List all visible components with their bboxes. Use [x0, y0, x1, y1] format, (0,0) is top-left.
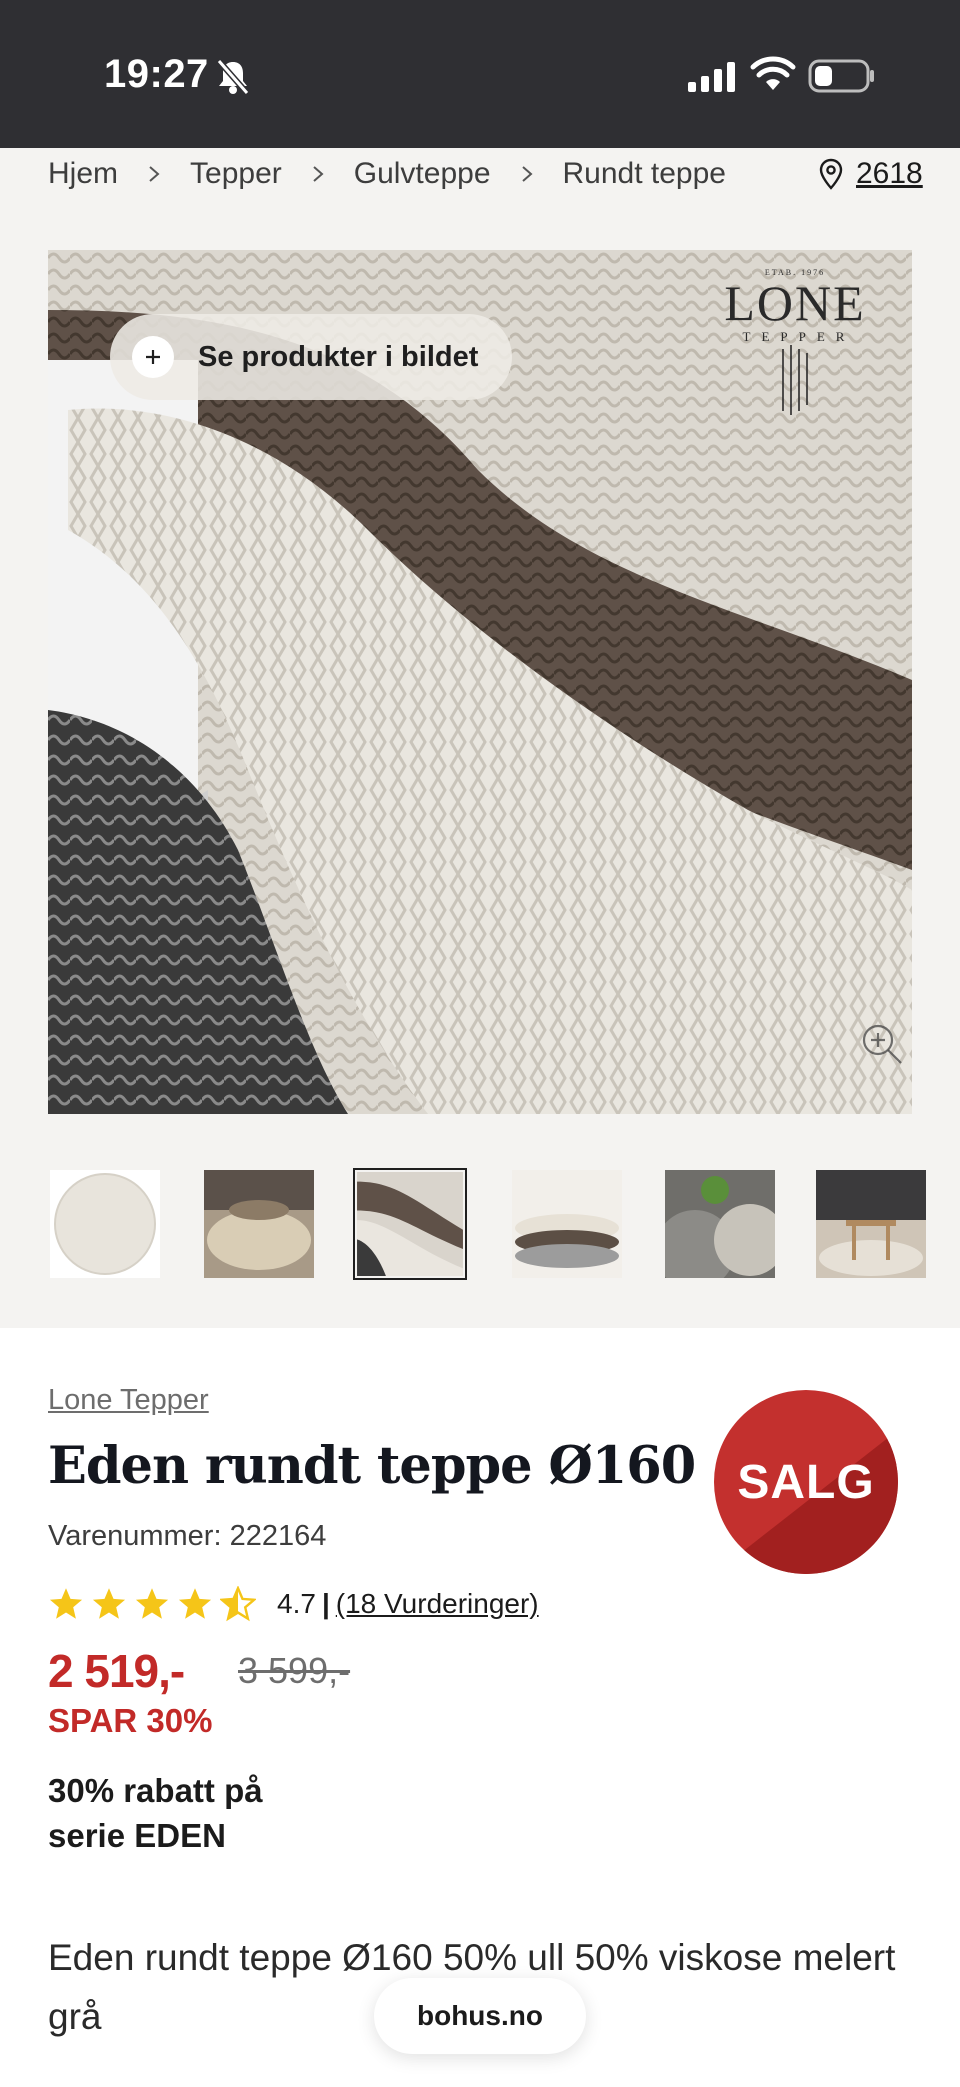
current-price: 2 519,- [48, 1645, 185, 1697]
site-url-pill[interactable]: bohus.no [374, 1978, 586, 2054]
logo-lines-icon [782, 345, 808, 415]
star-full-icon [49, 1588, 83, 1619]
rating-separator: | [321, 1588, 330, 1619]
thumbnail-image [204, 1170, 314, 1278]
thumbnail-5[interactable] [665, 1170, 775, 1278]
product-rating: 4.7 | (18 Vurderinger) [48, 1582, 539, 1626]
product-main-image[interactable]: Se produkter i bildet ETAB. 1976 LONE TE… [48, 250, 912, 1114]
star-full-icon [92, 1588, 126, 1619]
thumbnail-image [665, 1170, 775, 1278]
logo-sub: TEPPER [742, 329, 856, 344]
see-products-button[interactable]: Se produkter i bildet [110, 314, 512, 400]
sale-badge: SALG [714, 1390, 898, 1574]
thumbnail-image [357, 1172, 463, 1276]
thumbnail-image [816, 1170, 926, 1278]
battery-low-icon [808, 59, 874, 93]
status-time: 19:27 [104, 52, 209, 96]
breadcrumb-rundt-teppe[interactable]: Rundt teppe [563, 157, 726, 191]
see-products-label: Se produkter i bildet [198, 340, 479, 373]
cellular-signal-icon [688, 62, 735, 92]
status-bar: 19:27 [0, 0, 960, 148]
breadcrumb-tepper[interactable]: Tepper [190, 157, 282, 191]
location-zip[interactable]: 2618 [856, 157, 923, 191]
bell-slash-icon [216, 59, 250, 95]
wifi-icon [750, 56, 796, 90]
logo-name: LONE [724, 275, 866, 331]
chevron-right-icon [313, 166, 324, 182]
star-full-icon [135, 1588, 169, 1619]
breadcrumb: Hjem Tepper Gulvteppe Rundt teppe [48, 152, 726, 196]
thumbnail-image [512, 1170, 622, 1278]
sale-badge-label: SALG [737, 1455, 875, 1509]
vendor-link[interactable]: Lone Tepper [48, 1384, 209, 1417]
discount-label: SPAR 30% [48, 1702, 213, 1739]
zoom-in-icon[interactable] [860, 1022, 904, 1066]
breadcrumb-gulvteppe[interactable]: Gulvteppe [354, 157, 491, 191]
thumbnail-image [50, 1170, 160, 1278]
thumbnail-6[interactable] [816, 1170, 926, 1278]
star-full-icon [178, 1588, 212, 1619]
thumbnail-4[interactable] [512, 1170, 622, 1278]
chevron-right-icon [521, 166, 533, 182]
thumbnail-1[interactable] [50, 1170, 160, 1278]
star-half-icon [220, 1586, 256, 1622]
brand-logo-watermark: ETAB. 1976 LONE TEPPER [720, 268, 870, 428]
thumbnail-3-selected[interactable] [353, 1168, 467, 1280]
original-price: 3 599,- [238, 1650, 351, 1691]
rating-score: 4.7 [277, 1588, 316, 1619]
product-sku: Varenummer: 222164 [48, 1520, 327, 1552]
plus-icon [132, 336, 174, 378]
thumbnail-2[interactable] [204, 1170, 314, 1278]
thumbnail-strip [48, 1168, 960, 1280]
reviews-link[interactable]: (18 Vurderinger) [336, 1588, 539, 1620]
product-title: Eden rundt teppe Ø160 [48, 1436, 696, 1496]
location-selector[interactable]: 2618 [818, 152, 923, 196]
breadcrumb-home[interactable]: Hjem [48, 157, 118, 191]
promo-text: 30% rabatt på serie EDEN [48, 1772, 263, 1854]
chevron-right-icon [149, 166, 160, 182]
location-pin-icon [819, 158, 843, 190]
